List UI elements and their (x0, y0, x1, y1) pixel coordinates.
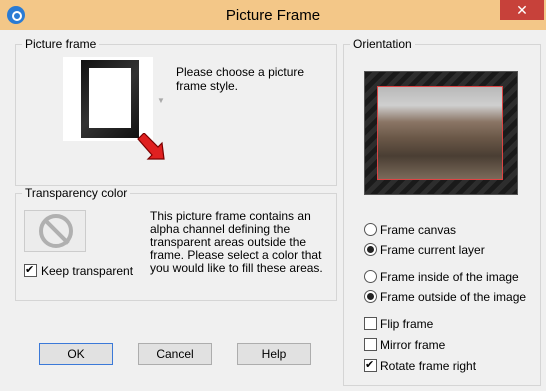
frame-inside-label: Frame inside of the image (380, 270, 519, 284)
frame-current-layer-radio[interactable] (364, 243, 377, 256)
frame-thumbnail (81, 60, 139, 138)
transparency-legend: Transparency color (22, 186, 131, 200)
frame-inside-radio[interactable] (364, 270, 377, 283)
keep-transparent-label: Keep transparent (41, 264, 134, 278)
transparency-color-swatch[interactable] (24, 210, 86, 252)
red-arrow-icon (137, 133, 165, 160)
picture-frame-legend: Picture frame (22, 37, 100, 51)
mirror-frame-checkbox[interactable] (364, 338, 377, 351)
cancel-button[interactable]: Cancel (138, 343, 212, 365)
dropdown-arrow-icon[interactable]: ▼ (157, 96, 165, 105)
no-symbol-icon (39, 214, 73, 248)
frame-current-layer-label: Frame current layer (380, 243, 485, 257)
picture-frame-group: Picture frame ▼ Please choose a picture … (15, 37, 337, 186)
rotate-frame-right-checkbox[interactable] (364, 358, 377, 372)
frame-style-picker[interactable] (63, 57, 153, 141)
window-title: Picture Frame (225, 7, 321, 24)
orientation-legend: Orientation (350, 37, 415, 51)
orientation-group: Orientation Frame canvas Frame current l… (343, 37, 541, 386)
help-button[interactable]: Help (237, 343, 311, 365)
transparency-description: This picture frame contains an alpha cha… (150, 209, 323, 275)
frame-canvas-label: Frame canvas (380, 223, 457, 237)
frame-outside-radio[interactable] (364, 290, 377, 303)
frame-outside-label: Frame outside of the image (380, 290, 527, 304)
flip-frame-checkbox[interactable] (364, 317, 377, 330)
frame-canvas-radio[interactable] (364, 223, 377, 236)
mirror-frame-label: Mirror frame (380, 338, 446, 352)
dialog-body: Picture frame ▼ Please choose a picture … (0, 30, 546, 391)
close-button[interactable]: ✕ (500, 0, 544, 20)
flip-frame-label: Flip frame (380, 317, 434, 331)
keep-transparent-checkbox[interactable] (24, 263, 37, 277)
orientation-preview (364, 71, 518, 195)
ok-button[interactable]: OK (39, 343, 113, 365)
preview-photo (377, 86, 503, 180)
transparency-color-group: Transparency color This picture frame co… (15, 186, 337, 301)
rotate-frame-right-label: Rotate frame right (380, 359, 477, 373)
picture-frame-description: Please choose a picture frame style. (176, 65, 305, 93)
title-bar: Picture Frame ✕ (0, 0, 546, 30)
